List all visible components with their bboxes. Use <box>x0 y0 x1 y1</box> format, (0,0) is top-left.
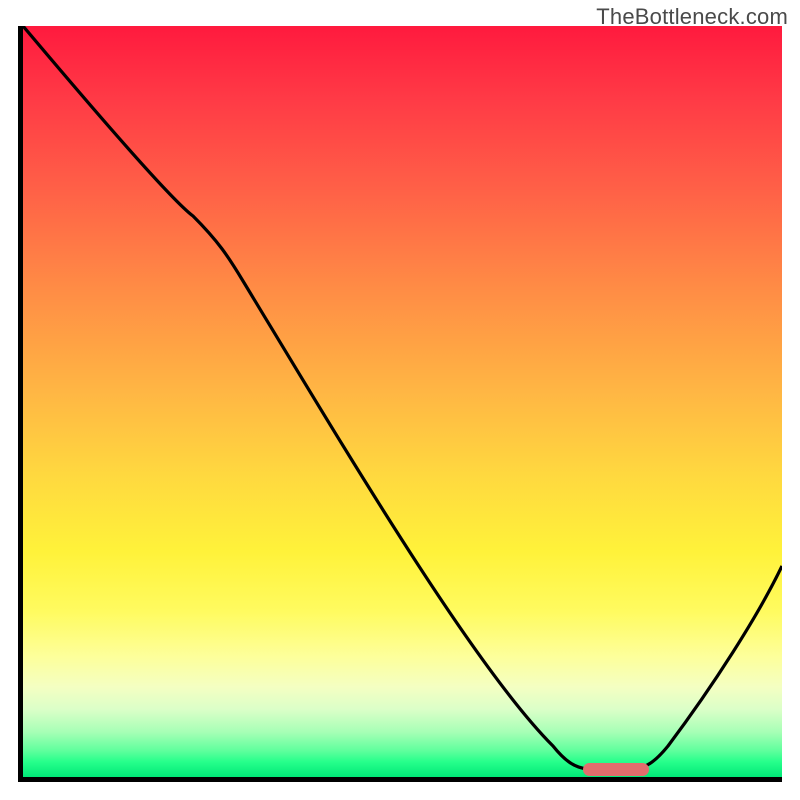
optimal-marker <box>583 763 649 776</box>
watermark-text: TheBottleneck.com <box>596 4 788 30</box>
chart-container: TheBottleneck.com <box>0 0 800 800</box>
bottleneck-curve <box>23 26 782 769</box>
curve-layer <box>23 26 782 777</box>
plot-frame <box>18 26 782 782</box>
